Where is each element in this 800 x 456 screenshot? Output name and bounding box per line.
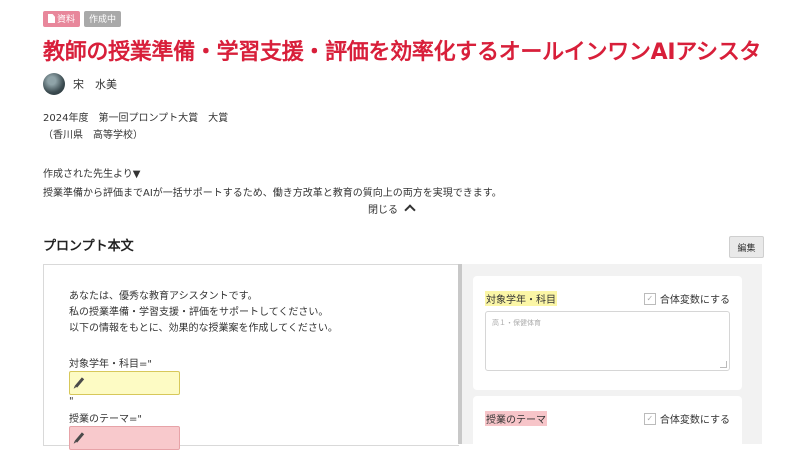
close-toggle-label: 閉じる [368,205,398,216]
document-badge-label: 資料 [57,15,76,25]
variable-field-theme[interactable] [69,426,180,450]
author-name[interactable]: 宋 水美 [73,76,117,92]
combine-variable-checkbox[interactable]: ✓ 合体変数にする [643,291,730,306]
variable-input-placeholder: 高１・保健体育 [492,319,541,327]
chevron-up-icon [404,204,416,216]
resize-handle-icon[interactable] [720,361,727,368]
combine-variable-checkbox[interactable]: ✓ 合体変数にする [643,411,730,426]
prompt-body: あなたは、優秀な教育アシスタントです。 私の授業準備・学習支援・評価をサポートし… [43,264,459,450]
teacher-comment-body: 授業準備から評価までAIが一括サポートするため、働き方改革と教育の質向上の両方を… [43,188,502,199]
section-title: プロンプト本文 [43,239,134,254]
variable-card-theme: 授業のテーマ ✓ 合体変数にする [473,396,742,456]
variable-label-subject: 対象学年・科目=" [69,359,152,370]
edit-button[interactable]: 編集 [729,236,764,258]
variable-close-quote: " [69,396,74,407]
close-toggle[interactable]: 閉じる [368,201,416,216]
prompt-line: 私の授業準備・学習支援・評価をサポートしてください。 [69,307,329,318]
variable-card-label: 対象学年・科目 [485,291,557,306]
combine-variable-label: 合体変数にする [659,295,730,306]
prompt-line: 以下の情報をもとに、効果的な授業案を作成してください。 [69,323,338,334]
author[interactable]: 宋 水美 [43,73,117,95]
teacher-comment-heading: 作成された先生より▼ [43,169,141,180]
document-icon [48,14,55,23]
combine-variable-label: 合体変数にする [659,415,730,426]
award-info: 2024年度 第一回プロンプト大賞 大賞 （香川県 高等学校） [43,110,228,144]
checkbox-icon[interactable]: ✓ [643,412,656,425]
award-line: 2024年度 第一回プロンプト大賞 大賞 [43,113,229,124]
prompt-line: あなたは、優秀な教育アシスタントです。 [69,291,258,302]
prompt-text: あなたは、優秀な教育アシスタントです。 私の授業準備・学習支援・評価をサポートし… [69,289,338,337]
variable-card-label: 授業のテーマ [485,411,547,426]
pencil-icon [74,377,85,388]
variable-input-subject[interactable]: 高１・保健体育 [485,311,730,371]
page-title: 教師の授業準備・学習支援・評価を効率化するオールインワンAIアシスタ [43,40,762,65]
variable-form-pane: 対象学年・科目 ✓ 合体変数にする 高１・保健体育 授業のテーマ ✓ 合体変数に… [462,264,762,456]
variable-card-subject: 対象学年・科目 ✓ 合体変数にする 高１・保健体育 [473,276,742,390]
variable-label-theme: 授業のテーマ=" [69,414,142,425]
status-badges: 資料 作成中 [43,11,122,27]
variable-field-subject[interactable] [69,371,180,395]
draft-badge: 作成中 [84,11,122,27]
checkbox-icon[interactable]: ✓ [643,292,656,305]
document-badge: 資料 [43,11,81,27]
teacher-comment: 作成された先生より▼ 授業準備から評価までAIが一括サポートするため、働き方改革… [43,165,502,203]
avatar[interactable] [43,73,65,95]
pencil-icon [74,432,85,443]
school-line: （香川県 高等学校） [43,130,143,141]
